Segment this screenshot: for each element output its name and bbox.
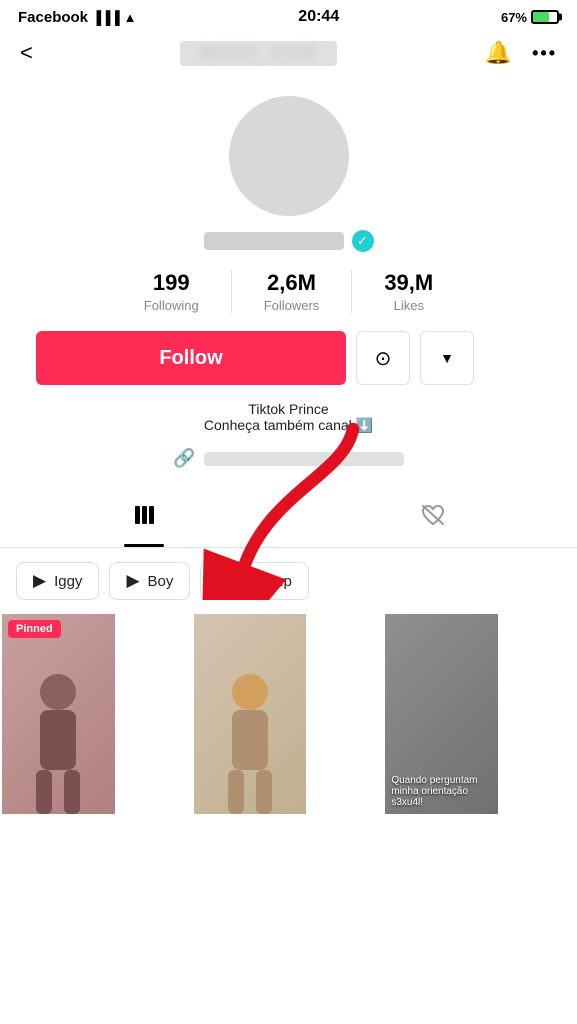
bio-section: Tiktok Prince Conheça também canal ⬇️: [20, 401, 557, 434]
followers-label: Followers: [264, 298, 320, 313]
chip-label-boy: Boy: [148, 573, 174, 590]
signal-icon: ▐▐▐: [92, 10, 120, 25]
grid-icon: [132, 503, 156, 533]
action-row: Follow ⊙ ▼: [20, 331, 557, 385]
checkmark-icon: ✓: [357, 233, 368, 249]
status-bar: Facebook ▐▐▐ ▲ 20:44 67%: [0, 0, 577, 30]
app-name: Facebook: [18, 9, 88, 26]
chip-iggy[interactable]: ▶ Iggy: [16, 562, 99, 600]
bio-line-1: Tiktok Prince: [40, 401, 537, 417]
heart-crossed-icon: [420, 503, 446, 533]
video-thumb-3[interactable]: Quando perguntam minha orientação s3xu4l…: [385, 614, 498, 814]
chip-makeup[interactable]: ▶ Makeup: [200, 562, 308, 600]
back-button[interactable]: <: [20, 40, 33, 66]
video-thumb-2[interactable]: [194, 614, 307, 814]
likes-label: Likes: [394, 298, 424, 313]
play-icon-3: ▶: [217, 571, 230, 591]
tabs-row: [0, 489, 577, 548]
verified-badge: ✓: [352, 230, 374, 252]
notification-bell-icon[interactable]: 🔔: [485, 40, 512, 66]
more-options-icon[interactable]: •••: [532, 43, 557, 64]
status-right: 67%: [501, 10, 559, 25]
link-blurred[interactable]: [204, 452, 404, 466]
chip-boy[interactable]: ▶ Boy: [109, 562, 190, 600]
link-row: 🔗: [153, 442, 423, 475]
battery-icon: [531, 10, 559, 24]
username-blurred: [204, 232, 344, 250]
more-actions-button[interactable]: ▼: [420, 331, 474, 385]
battery-fill: [533, 12, 549, 22]
username-title: NIKKI_COR: [200, 43, 317, 63]
likes-count: 39,M: [384, 270, 433, 296]
stat-likes[interactable]: 39,M Likes: [352, 270, 465, 313]
following-count: 199: [153, 270, 190, 296]
profile-section: ✓ 199 Following 2,6M Followers 39,M Like…: [0, 76, 577, 475]
play-icon-2: ▶: [126, 571, 139, 591]
nav-icons: 🔔 •••: [485, 40, 557, 66]
link-icon: 🔗: [173, 448, 195, 469]
chevron-down-icon: ▼: [440, 350, 454, 366]
chip-label-makeup: Makeup: [238, 573, 291, 590]
following-label: Following: [144, 298, 199, 313]
play-icon: ▶: [33, 571, 46, 591]
follow-button[interactable]: Follow: [36, 331, 346, 385]
stat-following[interactable]: 199 Following: [112, 270, 232, 313]
profile-title-blurred: NIKKI_COR: [180, 41, 337, 66]
wifi-icon: ▲: [124, 10, 137, 25]
username-row: ✓: [204, 230, 374, 252]
status-left: Facebook ▐▐▐ ▲: [18, 9, 137, 26]
share-profile-button[interactable]: ⊙: [356, 331, 410, 385]
pinned-badge: Pinned: [8, 620, 61, 638]
video-grid: Pinned Quando perguntam minha orientação…: [0, 614, 577, 814]
video-caption-3: Quando perguntam minha orientação s3xu4l…: [391, 775, 492, 808]
bio-line-2: Conheça também canal ⬇️: [40, 417, 537, 434]
chip-label-iggy: Iggy: [54, 573, 82, 590]
followers-count: 2,6M: [267, 270, 316, 296]
video-thumb-1[interactable]: Pinned: [2, 614, 115, 814]
share-icon: ⊙: [375, 346, 392, 371]
stats-row: 199 Following 2,6M Followers 39,M Likes: [20, 270, 557, 313]
battery-percent: 67%: [501, 10, 527, 25]
tab-liked[interactable]: [289, 489, 577, 547]
avatar: [229, 96, 349, 216]
top-nav: < NIKKI_COR 🔔 •••: [0, 30, 577, 76]
tab-videos[interactable]: [0, 489, 289, 547]
time-display: 20:44: [298, 8, 339, 26]
stat-followers[interactable]: 2,6M Followers: [232, 270, 353, 313]
chips-row: ▶ Iggy ▶ Boy ▶ Makeup: [0, 548, 577, 614]
